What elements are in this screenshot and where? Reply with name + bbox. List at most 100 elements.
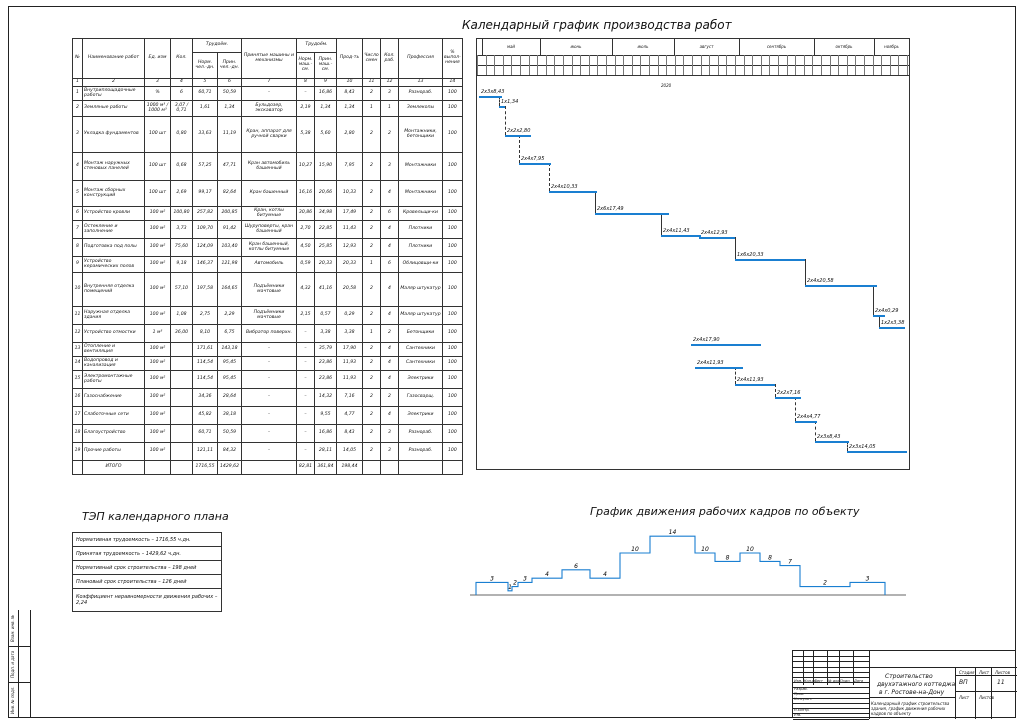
table-cell-mn: – (296, 86, 315, 101)
table-cell-unit: 100 м² (144, 424, 171, 443)
table-cell-p: 100 (442, 324, 463, 343)
table-cell-ma: 35,79 (314, 342, 337, 357)
empty-cell (144, 460, 171, 475)
workforce-chart: 31234641014108108723 (470, 529, 906, 596)
table-cell-mach: Кран, котлы битумные (241, 206, 297, 221)
gantt-day-tick (769, 55, 771, 65)
title-block-line (793, 677, 869, 678)
table-cell-ln: 257,82 (192, 206, 218, 221)
total-cell-d: 198,44 (336, 460, 363, 475)
gantt-day-tick (580, 65, 582, 75)
stamp-role: Подп. (840, 679, 851, 683)
title-block-line (793, 692, 869, 694)
table-cell-d: 17,90 (336, 342, 363, 357)
table-cell-n: 6 (72, 206, 83, 221)
table-cell-qty (170, 424, 193, 443)
col-header: Наименование работ (82, 38, 145, 79)
gantt-day-tick (907, 65, 908, 75)
gantt-day-tick (846, 55, 848, 65)
gantt-day-tick (743, 65, 745, 75)
gantt-day-tick (545, 65, 547, 75)
table-cell-name: Монтаж наружных стеновых панелей (82, 152, 145, 181)
gantt-day-tick (623, 65, 625, 75)
gantt-day-tick (821, 55, 822, 65)
table-cell-name: Прочие работы (82, 442, 145, 461)
table-cell-p: 100 (442, 406, 463, 425)
gantt-bar (699, 237, 735, 239)
table-cell-qty: 100,80 (170, 206, 193, 221)
column-number: 3 (144, 78, 171, 87)
gantt-bar-label: 2х4х0,29 (875, 308, 899, 314)
table-cell-ln: 197,58 (192, 272, 218, 307)
col-header: Трудоём. (296, 38, 337, 53)
table-cell-unit: 100 м² (144, 306, 171, 325)
table-row: 17 Слаботочные сети 100 м² 45,82 38,18– –9,55… (72, 406, 463, 425)
table-cell-ln: 1,61 (192, 100, 218, 117)
table-cell-ma: 20,66 (314, 180, 337, 207)
gantt-link (735, 367, 736, 384)
gantt-day-tick (606, 55, 607, 65)
gantt-bar (499, 106, 505, 108)
gantt-day-tick (571, 65, 573, 75)
table-cell-ma: 5,60 (314, 116, 337, 153)
table-cell-unit: 100 м² (144, 406, 171, 425)
gantt-day-tick (898, 55, 900, 65)
table-cell-qty (170, 370, 193, 389)
gantt-year: 2020 (661, 83, 672, 88)
table-cell-name: Устройство керамических полов (82, 256, 145, 273)
gantt-day-tick (726, 55, 728, 65)
table-cell-d: 11,43 (336, 220, 363, 239)
table-cell-n: 7 (72, 220, 83, 239)
table-cell-qty: 3,07 / 0,71 (170, 100, 193, 117)
table-cell-w: 4 (380, 306, 399, 325)
table-cell-ma: 28,11 (314, 442, 337, 461)
table-row: 14 Водопровод и канализация 100 м² 114,54 95… (72, 356, 463, 371)
empty-cell (362, 460, 381, 475)
table-cell-p: 100 (442, 220, 463, 239)
table-cell-ma: 41,16 (314, 272, 337, 307)
table-cell-d: 1,34 (336, 100, 363, 117)
gantt-day-tick (477, 55, 478, 65)
workforce-step-label: 1 (508, 584, 512, 591)
table-cell-name: Благоустройство (82, 424, 145, 443)
table-cell-la: 50,59 (217, 86, 242, 101)
table-cell-s: 2 (362, 180, 381, 207)
gantt-day-tick (864, 55, 865, 65)
table-cell-p: 100 (442, 116, 463, 153)
gantt-day-tick (692, 55, 693, 65)
table-cell-s: 1 (362, 256, 381, 273)
gantt-day-tick (520, 55, 521, 65)
table-cell-unit: 100 шт (144, 152, 171, 181)
tep-row: Плановый срок строительства – 126 дней (72, 574, 222, 589)
table-cell-mn: 2,70 (296, 220, 315, 239)
gantt-day-tick (571, 55, 573, 65)
empty-cell (241, 460, 297, 475)
table-cell-qty (170, 342, 193, 357)
table-cell-prof: Кровельщи-ки (398, 206, 443, 221)
table-cell-p: 100 (442, 424, 463, 443)
gantt-bar-label: 2х4х7,95 (521, 156, 545, 162)
workforce-step-label: 10 (631, 546, 639, 553)
table-cell-n: 1 (72, 86, 83, 101)
gantt-day-tick (907, 55, 908, 65)
table-cell-d: 7,95 (336, 152, 363, 181)
tep-row: Нормативный срок строительства – 198 дне… (72, 560, 222, 575)
col-header: Норм. маш.-см. (296, 52, 315, 79)
column-number: 13 (398, 78, 443, 87)
col-header: % выпол-нения (442, 38, 463, 79)
title-block-line (955, 667, 1017, 668)
col-header: Трудоём. (192, 38, 242, 53)
project-title-line: Строительство (885, 673, 933, 680)
table-cell-s: 2 (362, 116, 381, 153)
column-number-row: 1 2 3 4 5 6 7 8 9 10 11 12 13 14 (72, 78, 463, 87)
gantt-day-tick (735, 55, 736, 65)
gantt-day-tick (674, 65, 676, 75)
gantt-day-tick (812, 55, 814, 65)
gantt-day-tick (666, 65, 668, 75)
table-cell-p: 100 (442, 272, 463, 307)
table-cell-prof: Монтажники (398, 180, 443, 207)
tep-text: Нормативная трудоемкость – 1716,55 ч.дн. (72, 532, 222, 547)
gantt-day-tick (554, 65, 556, 75)
table-cell-s: 2 (362, 442, 381, 461)
table-cell-mn: 16,16 (296, 180, 315, 207)
